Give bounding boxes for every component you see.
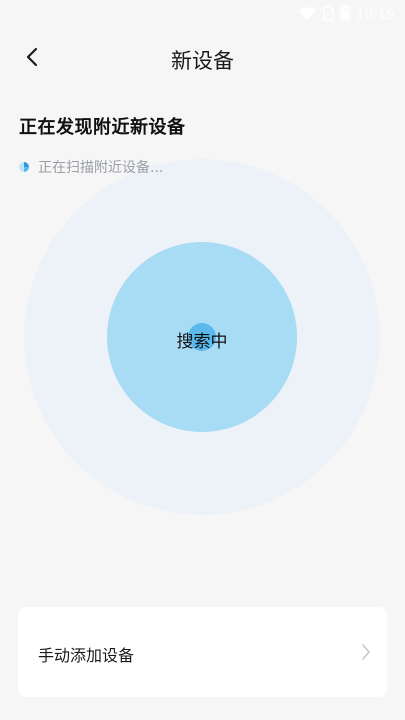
radar-label: 搜索中: [176, 332, 228, 352]
chevron-right-icon: [361, 643, 371, 665]
status-time: 10:19: [356, 7, 395, 23]
section-title: 正在发现附近新设备: [19, 117, 186, 138]
scan-status-text: 正在扫描附近设备...: [38, 160, 164, 176]
battery-icon: [340, 5, 351, 25]
no-sim-icon: [322, 5, 334, 25]
wifi-icon: [298, 6, 316, 25]
manual-add-device-card[interactable]: 手动添加设备: [18, 607, 387, 697]
manual-add-label: 手动添加设备: [38, 646, 135, 665]
status-bar: 10:19: [0, 0, 405, 28]
status-icons: 10:19: [298, 5, 395, 25]
header: 新设备: [0, 35, 405, 83]
page-title: 新设备: [171, 49, 234, 73]
loading-spinner-icon: [18, 158, 30, 177]
scan-status: 正在扫描附近设备...: [18, 157, 163, 177]
